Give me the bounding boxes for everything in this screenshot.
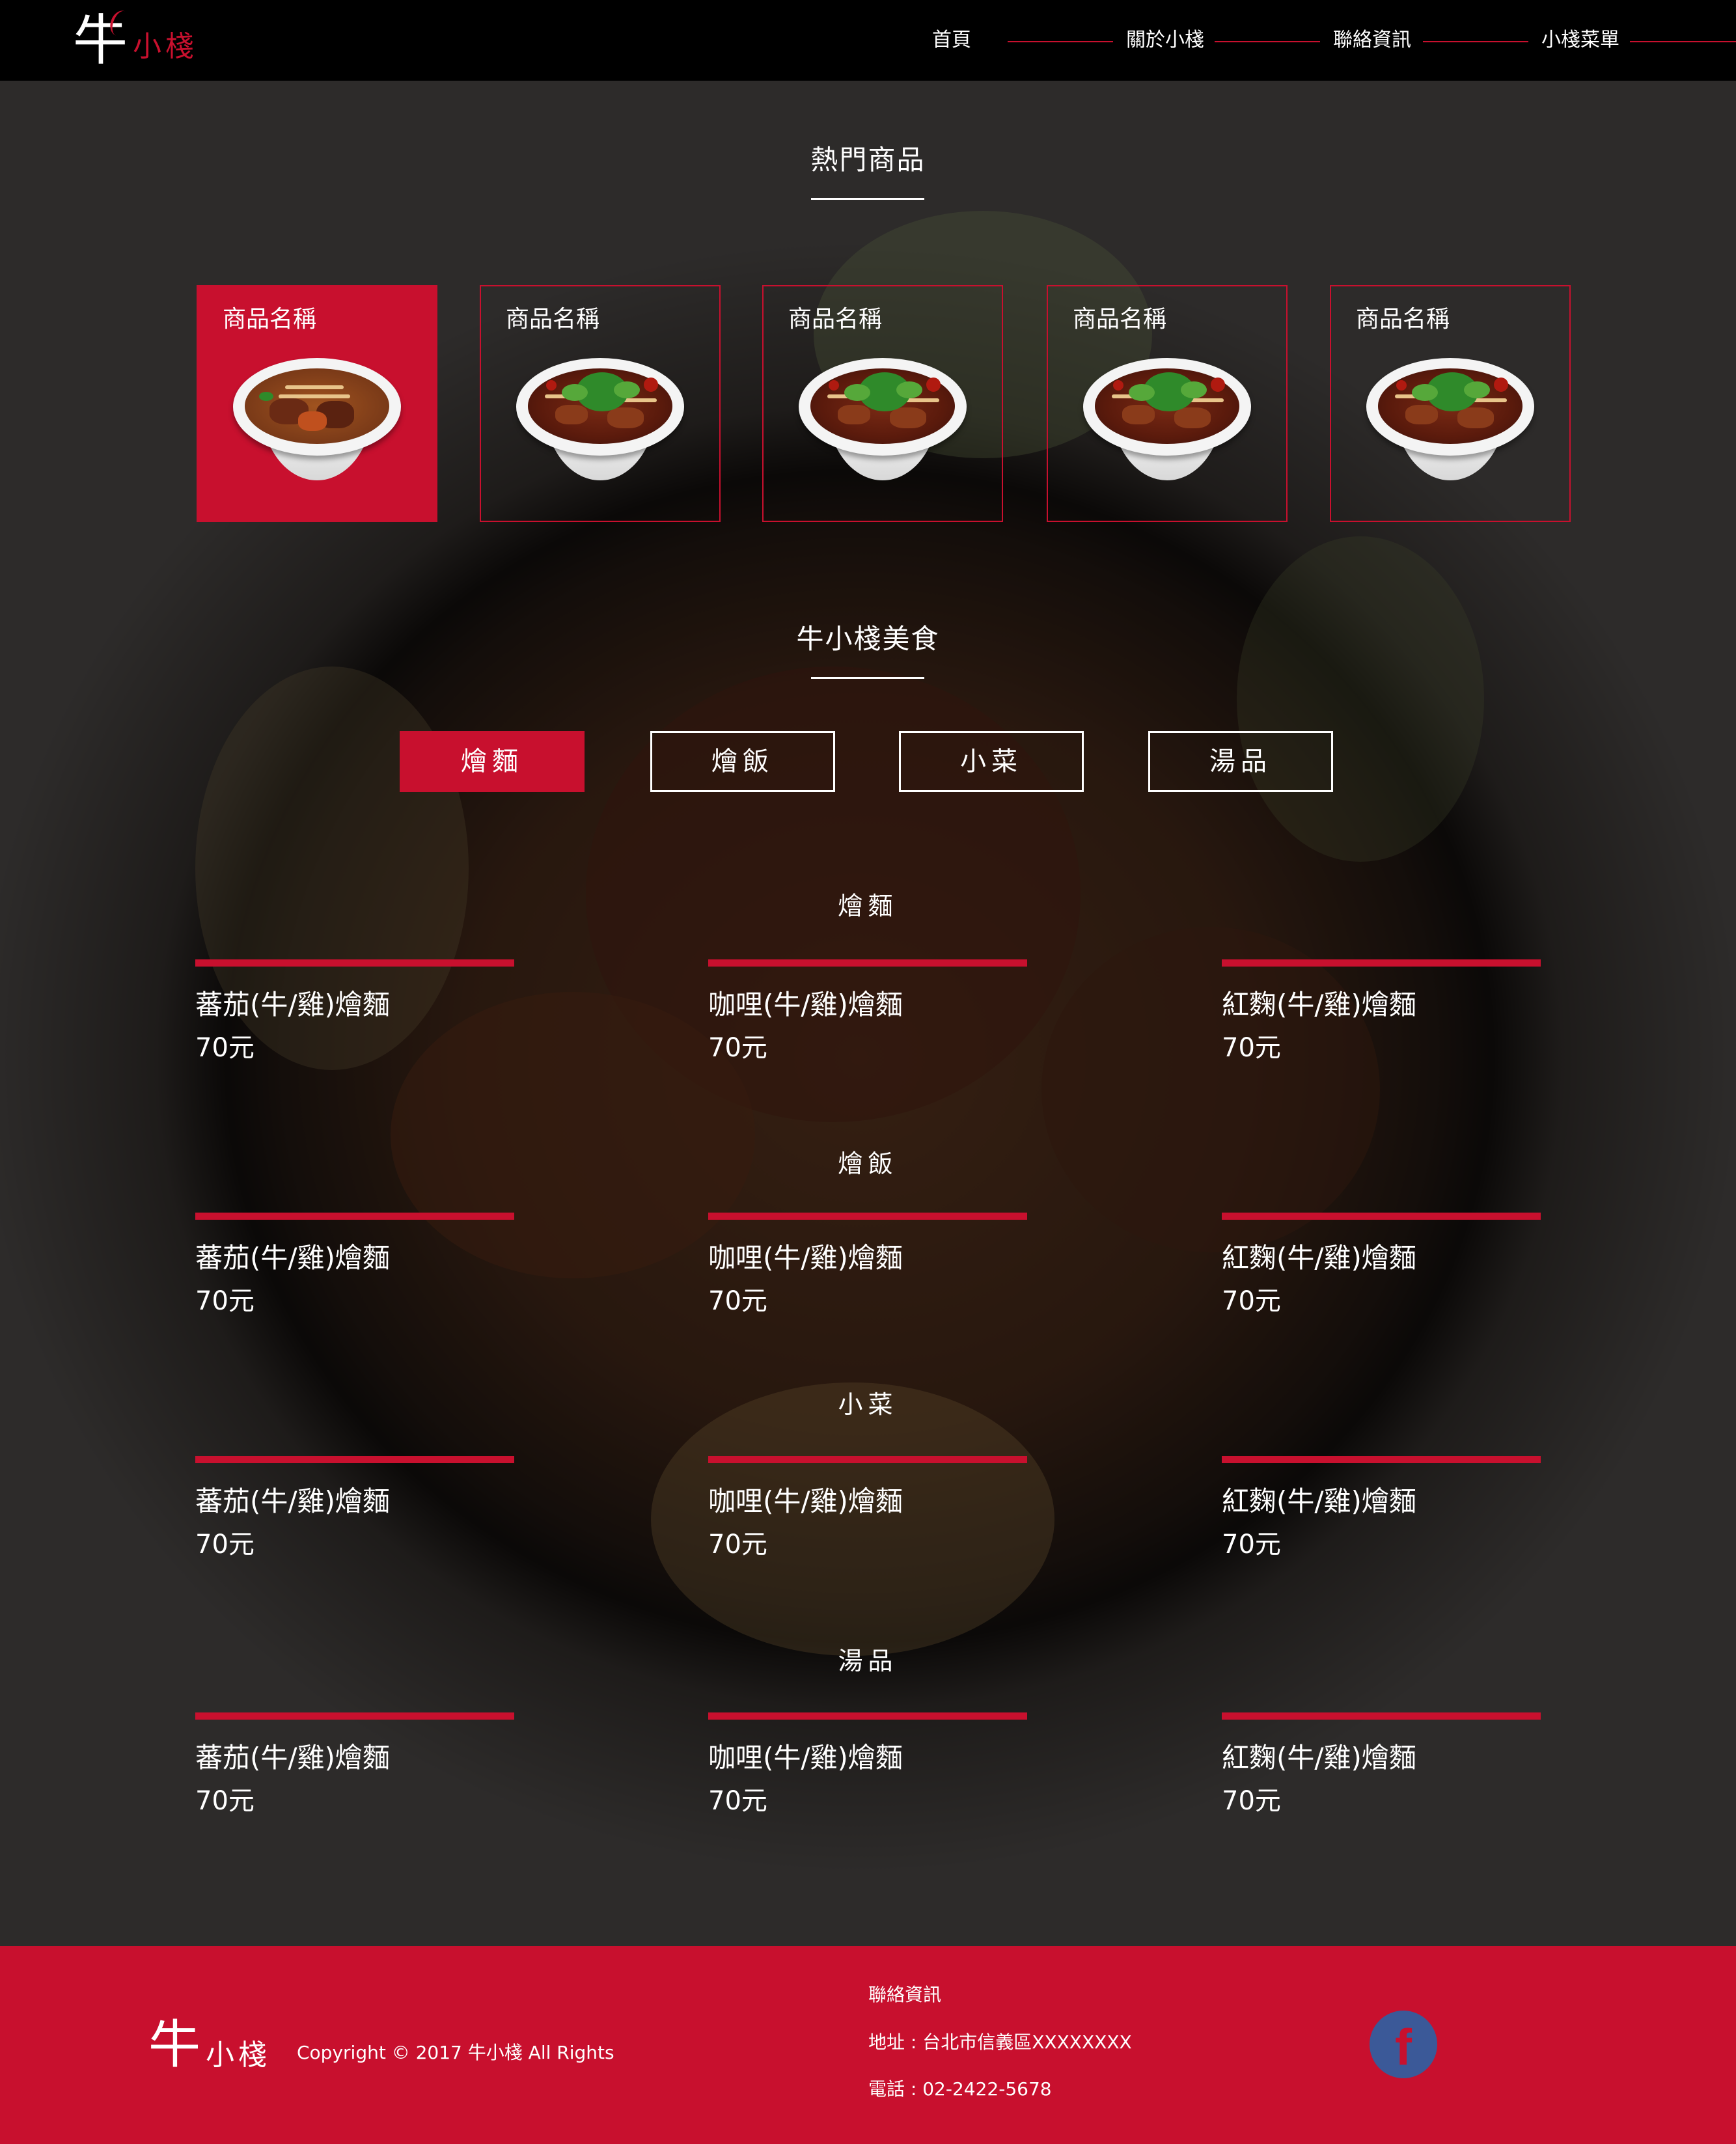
nav-divider <box>1215 41 1320 42</box>
nav-divider <box>1630 41 1736 42</box>
menu-item-accent-bar <box>1222 1456 1541 1463</box>
menu-item-accent-bar <box>195 1712 514 1720</box>
product-name: 商品名稱 <box>223 306 317 333</box>
menu-item-accent-bar <box>1222 1213 1541 1220</box>
menu-section-title: 湯品 <box>838 1647 898 1675</box>
nav-home[interactable]: 首頁 <box>932 25 971 56</box>
menu-item-price: 70元 <box>195 1286 255 1316</box>
hot-product-card[interactable]: 商品名稱 <box>197 285 437 522</box>
menu-item-name: 咖哩(牛/雞)燴麵 <box>708 989 903 1021</box>
menu-item-price: 70元 <box>1222 1033 1281 1063</box>
menu-item-price: 70元 <box>708 1286 767 1316</box>
hot-product-card[interactable]: 商品名稱 <box>1330 285 1571 522</box>
facebook-icon[interactable]: f <box>1370 2011 1437 2078</box>
hot-product-card[interactable]: 商品名稱 <box>1047 285 1288 522</box>
menu-item-name: 紅麴(牛/雞)燴麵 <box>1222 1242 1416 1274</box>
logo-mark: 牛 <box>148 2014 200 2075</box>
food-section-title: 牛小棧美食 <box>796 623 940 655</box>
menu-item-price: 70元 <box>195 1530 255 1560</box>
menu-item-accent-bar <box>708 1213 1027 1220</box>
tab-rice[interactable]: 燴飯 <box>650 731 835 792</box>
spicy-beef-noodle-image <box>1083 358 1251 488</box>
spicy-beef-noodle-image <box>799 358 967 488</box>
product-name: 商品名稱 <box>506 306 600 333</box>
menu-item-price: 70元 <box>1222 1786 1281 1816</box>
footer-copyright: Copyright © 2017 牛小棧 All Rights <box>297 2042 614 2063</box>
nav-divider <box>1423 41 1528 42</box>
menu-item-accent-bar <box>195 1456 514 1463</box>
nav-contact[interactable]: 聯絡資訊 <box>1333 25 1411 56</box>
menu-item-price: 70元 <box>195 1033 255 1063</box>
brand-logo[interactable]: 牛 小棧 <box>73 8 210 73</box>
menu-item-price: 70元 <box>708 1530 767 1560</box>
hot-product-card[interactable]: 商品名稱 <box>762 285 1003 522</box>
menu-item-name: 蕃茄(牛/雞)燴麵 <box>195 1242 390 1274</box>
menu-item-price: 70元 <box>708 1786 767 1816</box>
menu-item-name: 蕃茄(牛/雞)燴麵 <box>195 989 390 1021</box>
menu-item-accent-bar <box>708 1712 1027 1720</box>
menu-item-name: 蕃茄(牛/雞)燴麵 <box>195 1742 390 1774</box>
menu-item-name: 紅麴(牛/雞)燴麵 <box>1222 1742 1416 1774</box>
nav-menu[interactable]: 小棧菜單 <box>1541 25 1619 56</box>
tab-soups[interactable]: 湯品 <box>1148 731 1333 792</box>
menu-item-accent-bar <box>195 1213 514 1220</box>
nav-divider <box>1008 41 1113 42</box>
logo-text: 小棧 <box>133 30 198 63</box>
product-name: 商品名稱 <box>1356 306 1450 333</box>
menu-item-name: 紅麴(牛/雞)燴麵 <box>1222 989 1416 1021</box>
menu-item-name: 咖哩(牛/雞)燴麵 <box>708 1742 903 1774</box>
hot-products-underline <box>811 198 924 200</box>
hot-product-card[interactable]: 商品名稱 <box>480 285 721 522</box>
menu-item-price: 70元 <box>708 1033 767 1063</box>
menu-item-price: 70元 <box>195 1786 255 1816</box>
menu-item-price: 70元 <box>1222 1530 1281 1560</box>
menu-item-accent-bar <box>1222 1712 1541 1720</box>
spicy-beef-noodle-image <box>516 358 684 488</box>
product-name: 商品名稱 <box>788 306 883 333</box>
menu-item-name: 咖哩(牛/雞)燴麵 <box>708 1242 903 1274</box>
menu-section-title: 燴麵 <box>838 892 898 920</box>
menu-section-title: 燴飯 <box>838 1149 898 1178</box>
braised-beef-noodle-image <box>233 358 401 488</box>
menu-item-accent-bar <box>1222 959 1541 967</box>
top-navbar: 牛 小棧 首頁 關於小棧 聯絡資訊 小棧菜單 <box>0 0 1736 81</box>
hot-products-title: 熱門商品 <box>810 144 926 176</box>
menu-section-title: 小菜 <box>838 1390 898 1419</box>
menu-item-accent-bar <box>195 959 514 967</box>
menu-item-accent-bar <box>708 959 1027 967</box>
tab-noodles[interactable]: 燴麵 <box>400 731 585 792</box>
spicy-beef-noodle-image <box>1366 358 1534 488</box>
tab-side-dishes[interactable]: 小菜 <box>899 731 1084 792</box>
menu-item-accent-bar <box>708 1456 1027 1463</box>
food-section-underline <box>811 677 924 679</box>
nav-about[interactable]: 關於小棧 <box>1126 25 1204 56</box>
menu-item-name: 紅麴(牛/雞)燴麵 <box>1222 1485 1416 1517</box>
footer-logo[interactable]: 牛 小棧 <box>148 2014 285 2079</box>
footer-contact-title: 聯絡資訊 <box>868 1984 942 2005</box>
menu-item-name: 蕃茄(牛/雞)燴麵 <box>195 1485 390 1517</box>
menu-item-price: 70元 <box>1222 1286 1281 1316</box>
product-name: 商品名稱 <box>1073 306 1167 333</box>
logo-text: 小棧 <box>206 2039 271 2072</box>
menu-item-name: 咖哩(牛/雞)燴麵 <box>708 1485 903 1517</box>
footer-address: 地址 : 台北市信義區XXXXXXXX <box>868 2031 1132 2053</box>
footer-phone: 電話 : 02-2422-5678 <box>868 2078 1052 2100</box>
